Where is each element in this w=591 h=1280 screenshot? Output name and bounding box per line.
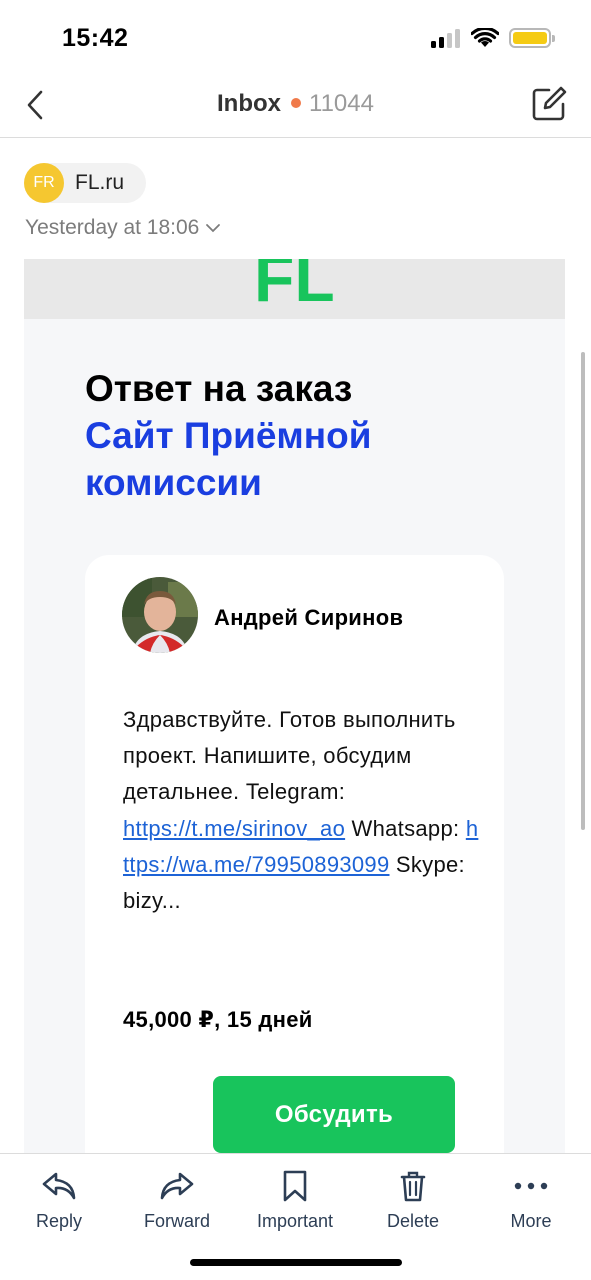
reply-icon <box>42 1172 76 1200</box>
more-icon <box>514 1182 548 1190</box>
response-card: Андрей Сиринов Здравствуйте. Готов выпол… <box>85 555 504 1159</box>
fl-logo: FL <box>254 259 334 305</box>
forward-label: Forward <box>143 1211 210 1231</box>
email-date: Yesterday at 18:06 <box>25 216 200 239</box>
headline-title: Ответ на заказ <box>85 368 353 409</box>
important-label: Important <box>256 1211 334 1231</box>
fl-logo-text: FL <box>254 259 334 305</box>
battery-icon <box>509 28 555 48</box>
home-indicator[interactable] <box>190 1259 402 1266</box>
compose-button[interactable] <box>529 84 569 124</box>
unread-dot <box>291 98 302 109</box>
discuss-button[interactable]: Обсудить <box>213 1076 455 1153</box>
important-button[interactable]: Important <box>236 1168 354 1232</box>
battery-level <box>513 32 547 44</box>
headline-project[interactable]: Сайт Приёмной комиссии <box>85 412 525 506</box>
more-label: More <box>510 1211 552 1231</box>
scrollbar[interactable] <box>581 352 585 830</box>
email-body: FL Ответ на заказ Сайт Приёмной комиссии… <box>24 259 565 1159</box>
sender-chip[interactable]: FR FL.ru <box>24 163 147 203</box>
message-text: Whatsapp: <box>345 815 466 841</box>
cellular-signal-icon <box>431 29 460 48</box>
status-bar: 15:42 <box>0 0 591 72</box>
sender-name: FL.ru <box>75 171 125 194</box>
nav-title: Inbox 11044 <box>0 90 591 118</box>
more-button[interactable]: More <box>472 1168 590 1232</box>
forward-button[interactable]: Forward <box>118 1168 236 1232</box>
delete-label: Delete <box>386 1211 440 1231</box>
unread-count: 11044 <box>309 90 374 117</box>
telegram-link[interactable]: https://t.me/sirinov_ao <box>123 816 345 841</box>
nav-bar: Inbox 11044 <box>0 72 591 138</box>
trash-icon <box>400 1171 426 1202</box>
message-text: Здравствуйте. Готов выполнить проект. На… <box>123 707 456 805</box>
response-message: Здравствуйте. Готов выполнить проект. На… <box>123 702 483 919</box>
sender-avatar: FR <box>24 163 64 203</box>
reply-label: Reply <box>35 1211 83 1231</box>
compose-icon <box>532 86 567 121</box>
date-line[interactable]: Yesterday at 18:06 <box>25 216 221 240</box>
email-header-band: FL <box>24 259 565 319</box>
status-time: 15:42 <box>62 24 129 52</box>
wifi-icon <box>471 28 499 47</box>
forward-icon <box>160 1172 194 1200</box>
inbox-label: Inbox <box>217 90 282 117</box>
author-avatar <box>122 577 198 653</box>
chevron-down-icon <box>206 224 221 233</box>
delete-button[interactable]: Delete <box>354 1168 472 1232</box>
reply-button[interactable]: Reply <box>0 1168 118 1232</box>
status-icons <box>431 28 555 48</box>
author-name: Андрей Сиринов <box>214 605 404 630</box>
email-headline: Ответ на заказ Сайт Приёмной комиссии <box>85 365 525 506</box>
bookmark-icon <box>283 1170 307 1202</box>
price-term: 45,000 ₽, 15 дней <box>123 1007 313 1032</box>
